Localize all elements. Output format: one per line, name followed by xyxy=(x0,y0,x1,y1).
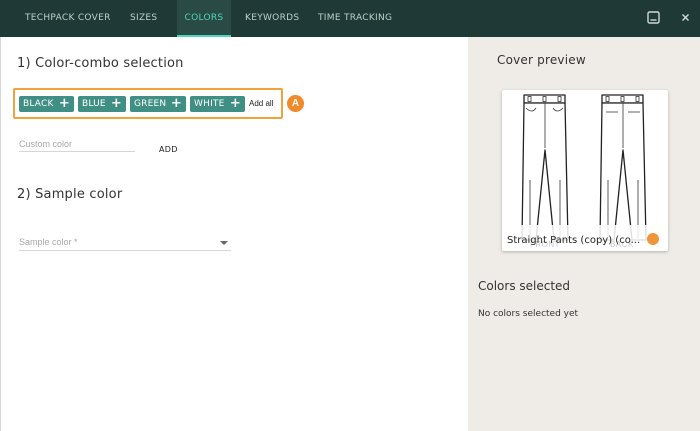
close-icon[interactable] xyxy=(678,10,694,26)
status-dot xyxy=(647,233,659,245)
sample-color-section-title: 2) Sample color xyxy=(17,187,123,202)
add-all-button[interactable]: Add all xyxy=(249,99,273,108)
chip-green[interactable]: GREEN + xyxy=(130,96,186,112)
chip-label: WHITE xyxy=(194,99,225,109)
chip-label: BLACK xyxy=(23,99,54,109)
chip-label: BLUE xyxy=(82,99,106,109)
add-icon[interactable]: + xyxy=(230,96,241,111)
chip-black[interactable]: BLACK + xyxy=(19,96,74,112)
colors-selected-empty-text: No colors selected yet xyxy=(478,309,579,319)
chip-white[interactable]: WHITE + xyxy=(190,96,245,112)
tab-sizes[interactable]: SIZES xyxy=(119,0,168,37)
select-placeholder: Sample color * xyxy=(19,237,78,247)
custom-color-input[interactable] xyxy=(19,137,135,152)
tab-keywords[interactable]: KEYWORDS xyxy=(236,0,308,37)
colors-selected-title: Colors selected xyxy=(478,279,571,293)
minimize-window-icon[interactable] xyxy=(646,10,662,26)
add-icon[interactable]: + xyxy=(111,96,122,111)
tab-techpack-cover[interactable]: TECHPACK COVER xyxy=(14,0,122,37)
cover-preview-title: Cover preview xyxy=(497,53,586,67)
chip-label: GREEN xyxy=(134,99,167,109)
chevron-down-icon xyxy=(220,241,228,245)
tab-time-tracking[interactable]: TIME TRACKING xyxy=(309,0,401,37)
add-icon[interactable]: + xyxy=(59,96,70,111)
sample-color-select[interactable]: Sample color * xyxy=(19,236,231,251)
add-icon[interactable]: + xyxy=(171,96,182,111)
card-title: Straight Pants (copy) (co... xyxy=(507,235,641,246)
tab-colors[interactable]: COLORS xyxy=(177,0,231,37)
top-navigation-bar: TECHPACK COVER SIZES COLORS KEYWORDS TIM… xyxy=(0,0,700,37)
annotation-badge: A xyxy=(287,95,304,112)
add-custom-color-button[interactable]: ADD xyxy=(159,145,178,154)
chip-blue[interactable]: BLUE + xyxy=(78,96,126,112)
cover-preview-card[interactable]: FRONT BACK Straight Pants (copy) (co... xyxy=(502,90,668,251)
color-combo-section-title: 1) Color-combo selection xyxy=(17,56,184,71)
